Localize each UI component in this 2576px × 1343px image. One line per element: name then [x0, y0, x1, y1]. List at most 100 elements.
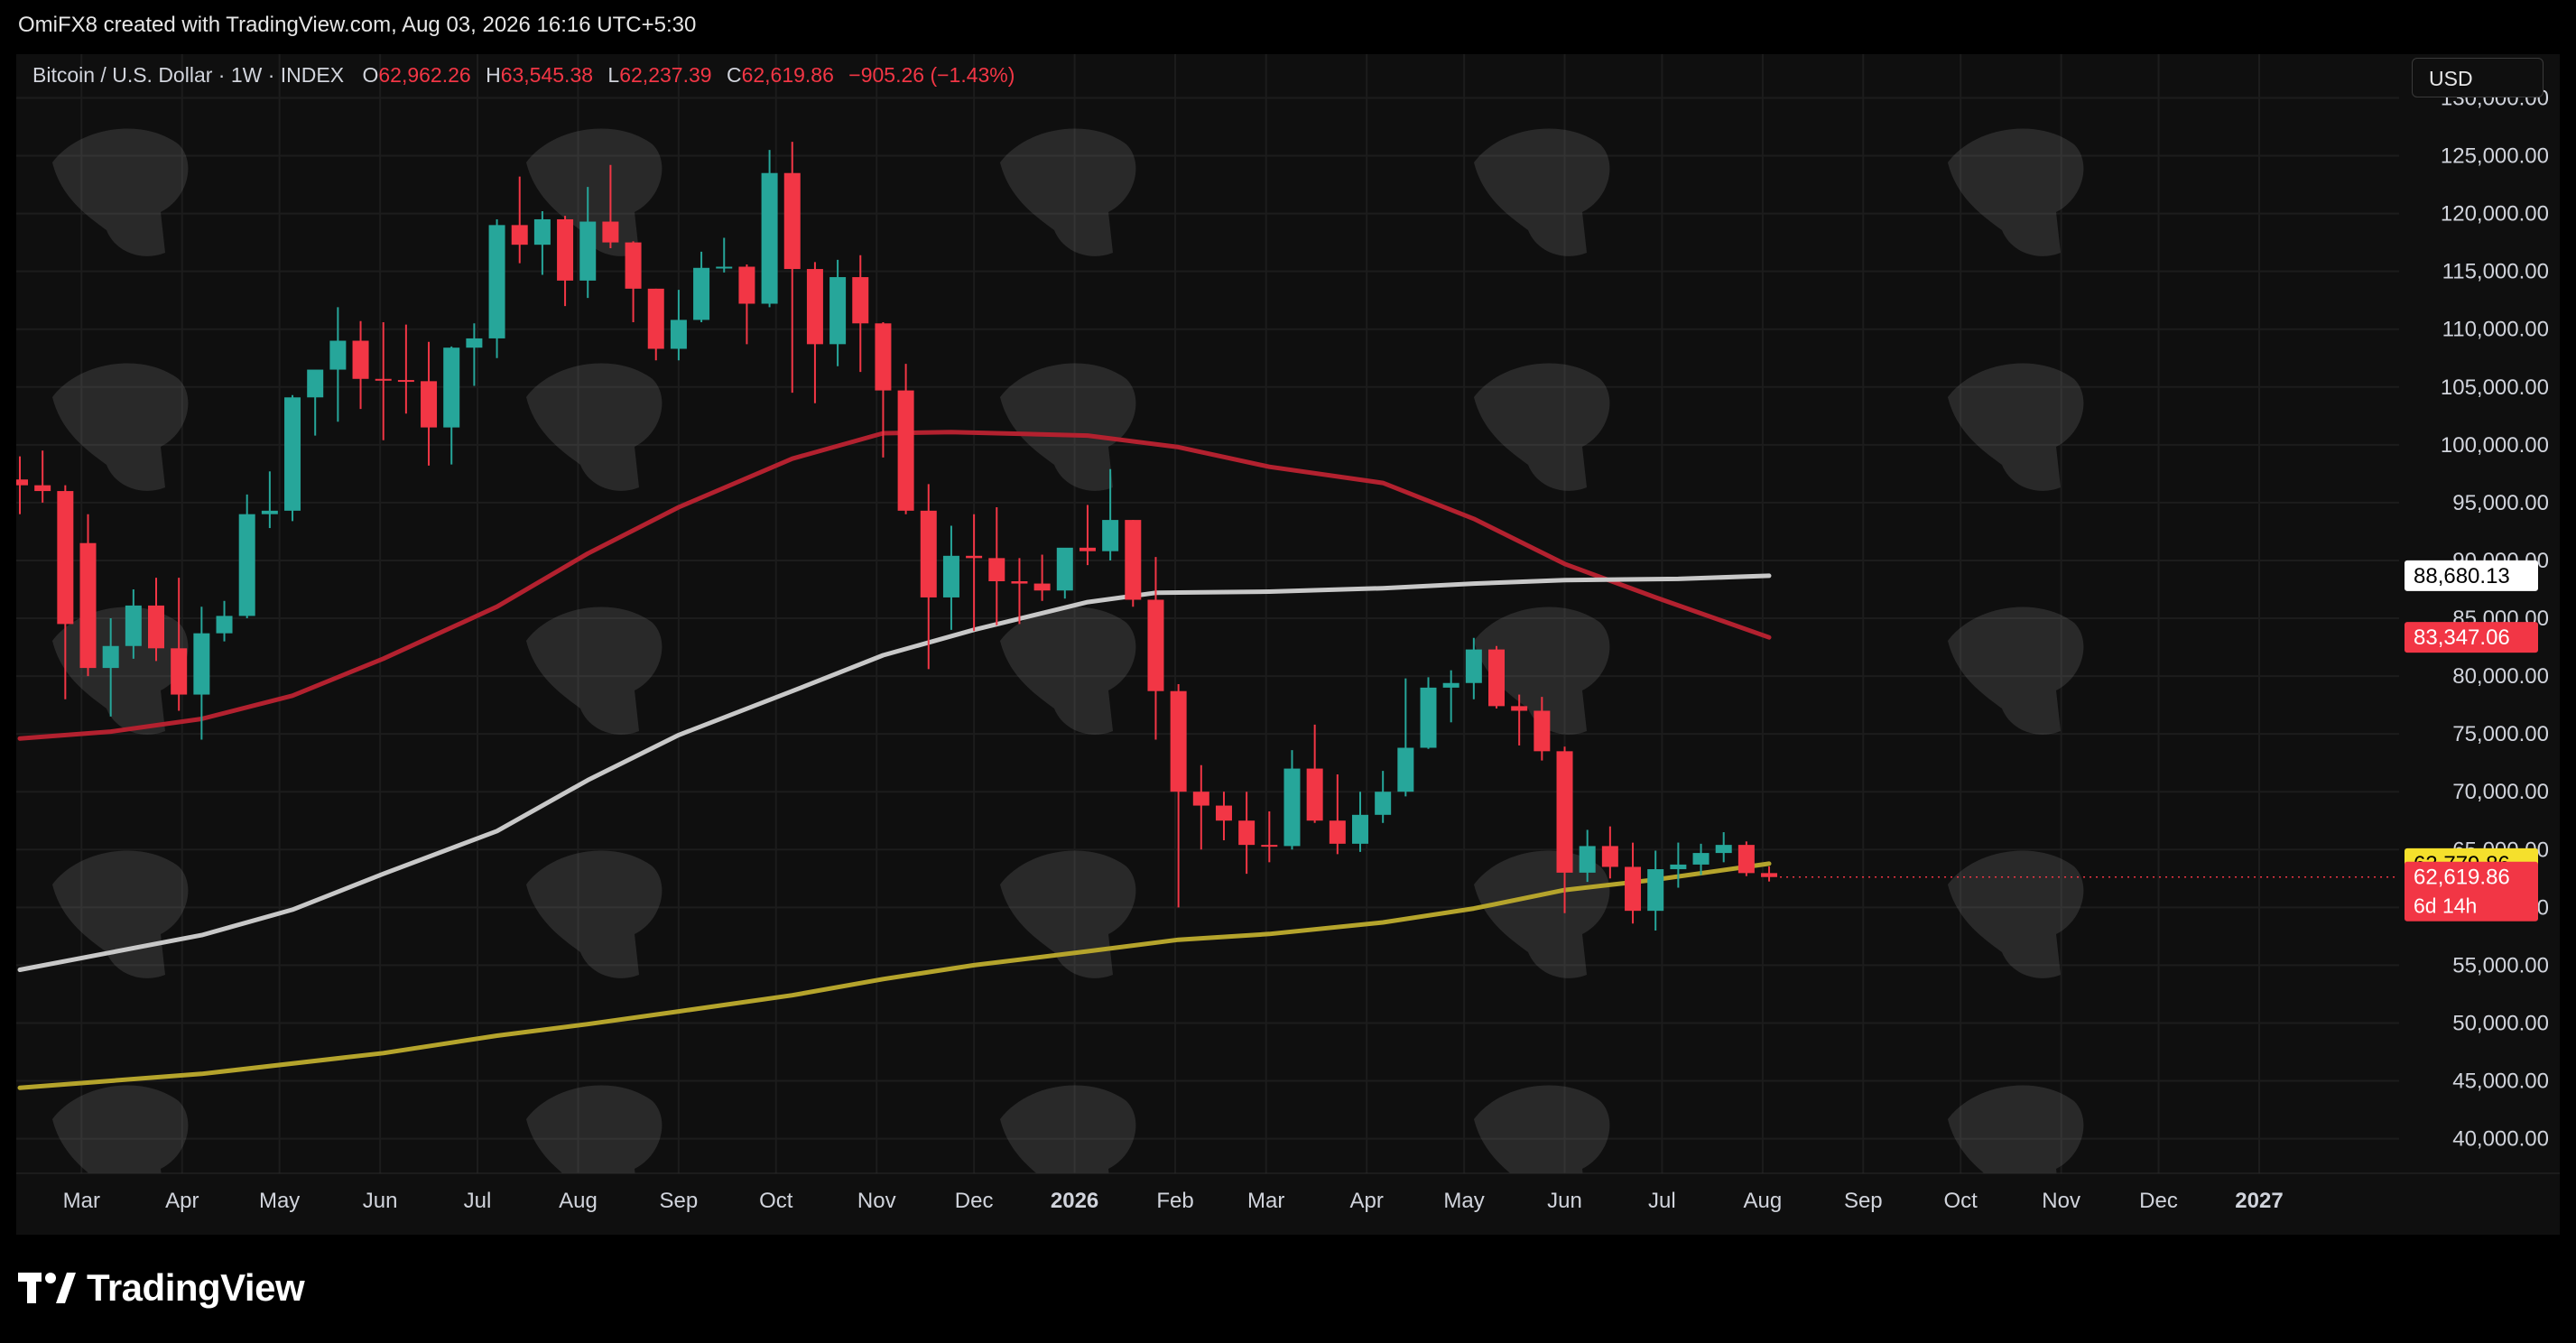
- watermark-icon: [1948, 128, 2084, 256]
- candle: [829, 259, 847, 366]
- x-tick-label: Sep: [660, 1189, 699, 1213]
- x-tick-label: Apr: [165, 1189, 199, 1213]
- watermark-icon: [52, 607, 189, 735]
- candle-body: [79, 542, 97, 669]
- candle-body: [193, 633, 210, 695]
- tradingview-logo[interactable]: TradingView: [18, 1265, 305, 1311]
- candle-body: [1375, 792, 1392, 815]
- candle: [1261, 810, 1278, 863]
- watermark-shape: [526, 607, 663, 735]
- y-tick-label: 105,000.00: [2441, 375, 2549, 400]
- watermark-shape: [1948, 363, 2084, 491]
- candle: [238, 494, 255, 618]
- tradingview-logo-icon: [18, 1273, 76, 1303]
- watermark-icon: [52, 363, 189, 491]
- candle-body: [1601, 846, 1618, 867]
- candle: [511, 176, 528, 264]
- candle: [329, 307, 347, 422]
- candle: [216, 600, 233, 642]
- y-tick-label: 115,000.00: [2442, 260, 2549, 284]
- open-value: 62,962.26: [378, 63, 471, 87]
- x-axis[interactable]: Mar Apr May Jun Jul Aug Sep Oct Nov Dec 2026 Feb Mar…: [16, 1172, 2560, 1235]
- watermark-shape: [1474, 128, 1610, 256]
- price-label: 62,619.86 6d 14h: [2405, 861, 2538, 922]
- candle-body: [602, 221, 619, 243]
- candle: [1215, 792, 1232, 840]
- x-tick-label: Jun: [1547, 1189, 1582, 1213]
- footer: [0, 1235, 2576, 1343]
- x-tick-label: Jul: [464, 1189, 492, 1213]
- candle: [34, 450, 51, 503]
- watermark-icon: [526, 363, 663, 491]
- candle: [625, 241, 642, 322]
- x-tick-label: Mar: [1247, 1189, 1284, 1213]
- candle-body: [1011, 581, 1028, 584]
- candle-body: [693, 267, 710, 320]
- x-tick-label: Feb: [1156, 1189, 1193, 1213]
- candle-body: [352, 340, 369, 379]
- y-tick-label: 55,000.00: [2452, 953, 2549, 977]
- candle-body: [533, 218, 551, 245]
- candle: [557, 216, 574, 307]
- watermark-icon: [1948, 607, 2084, 735]
- watermark-icon: [1474, 128, 1610, 256]
- x-tick-label: Jun: [363, 1189, 398, 1213]
- candle-body: [670, 320, 687, 349]
- candle: [1442, 670, 1459, 723]
- high-value: 63,545.38: [500, 63, 594, 87]
- watermark-shape: [52, 607, 189, 735]
- candle-body: [1465, 649, 1482, 683]
- candle: [307, 369, 324, 436]
- candle: [761, 150, 778, 308]
- price-chart[interactable]: 130,000.00125,000.00120,000.00115,000.00…: [16, 54, 2560, 1235]
- candle-body: [238, 514, 255, 616]
- candle-body: [875, 323, 892, 391]
- candle-body: [647, 288, 664, 349]
- candle-body: [942, 555, 959, 597]
- y-tick-label: 75,000.00: [2452, 722, 2549, 746]
- candle-body: [16, 479, 28, 486]
- watermark-shape: [1000, 128, 1136, 256]
- candle-body: [511, 225, 528, 245]
- price-label-countdown: 6d 14h: [2414, 894, 2477, 918]
- candle: [397, 324, 414, 414]
- candle: [806, 262, 823, 403]
- candle-body: [716, 266, 733, 269]
- symbol-title[interactable]: Bitcoin / U.S. Dollar · 1W · INDEX: [32, 63, 344, 87]
- watermark-shape: [1474, 363, 1610, 491]
- candle-body: [329, 340, 347, 370]
- candle: [284, 394, 301, 522]
- candle: [1079, 505, 1096, 566]
- watermark-icon: [1474, 363, 1610, 491]
- moving-average-line-1: [17, 430, 1772, 741]
- candle-body: [1534, 710, 1551, 752]
- candle: [1283, 750, 1301, 850]
- open-key: O: [362, 63, 379, 87]
- close-value: 62,619.86: [741, 63, 834, 87]
- candle-body: [1125, 520, 1142, 600]
- candle-body: [1511, 706, 1528, 711]
- x-tick-label: Oct: [759, 1189, 793, 1213]
- watermark-icon: [1000, 363, 1136, 491]
- candle-body: [1420, 687, 1437, 748]
- price-label: 83,347.06: [2405, 622, 2538, 653]
- candle: [966, 514, 983, 632]
- candle: [1238, 792, 1256, 875]
- candle-body: [466, 338, 483, 348]
- moving-averages: [17, 430, 1772, 1090]
- candle-body: [783, 172, 801, 270]
- watermark-shape: [52, 128, 189, 256]
- price-label-text: 83,347.06: [2414, 625, 2510, 650]
- candle-body: [1261, 845, 1278, 847]
- watermark-shape: [1000, 607, 1136, 735]
- candle-body: [34, 485, 51, 492]
- currency-selector[interactable]: USD: [2412, 58, 2544, 97]
- watermark-icon: [1000, 128, 1136, 256]
- candle: [852, 255, 869, 373]
- watermark-shape: [1000, 363, 1136, 491]
- candle-body: [1215, 805, 1232, 821]
- candle: [1170, 684, 1187, 908]
- candle-body: [148, 605, 165, 649]
- candle: [352, 320, 369, 410]
- watermark-shape: [526, 850, 663, 978]
